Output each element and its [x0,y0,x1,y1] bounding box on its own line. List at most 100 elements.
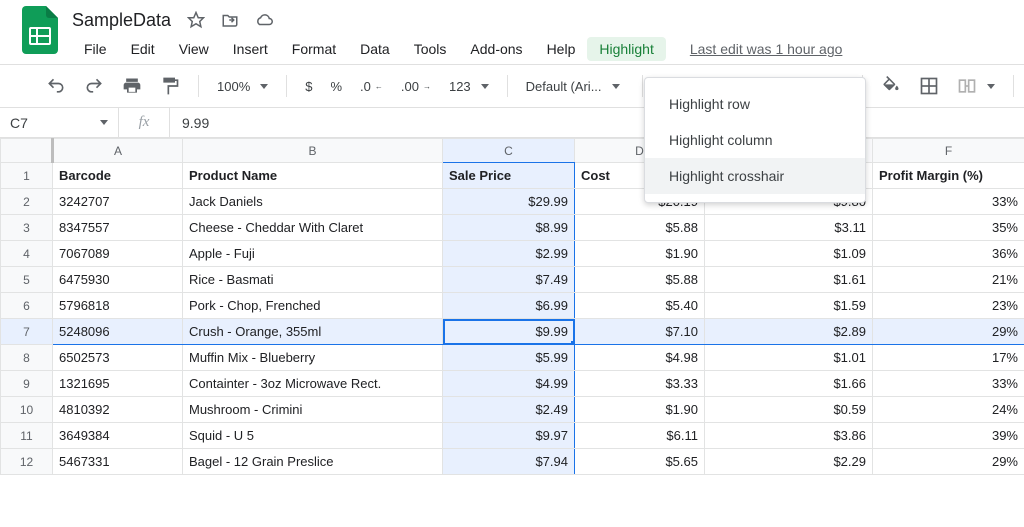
row-header-11[interactable]: 11 [1,423,53,449]
col-header-B[interactable]: B [183,139,443,163]
cell[interactable]: $29.99 [443,189,575,215]
cell[interactable]: 33% [873,371,1024,397]
cell[interactable]: $1.66 [705,371,873,397]
cell[interactable]: 5467331 [53,449,183,475]
menu-tools[interactable]: Tools [402,37,459,61]
name-box[interactable]: C7 [0,115,118,131]
font-select[interactable]: Default (Ari... [520,75,630,98]
dropdown-item-highlight-row[interactable]: Highlight row [645,86,865,122]
cell[interactable]: $4.98 [575,345,705,371]
cell[interactable]: $1.90 [575,241,705,267]
decrease-decimal-button[interactable]: .0← [354,75,389,98]
row-header-10[interactable]: 10 [1,397,53,423]
menu-view[interactable]: View [167,37,221,61]
merge-cells-button[interactable] [951,72,1001,100]
cell[interactable]: Cheese - Cheddar With Claret [183,215,443,241]
more-formats-button[interactable]: 123 [443,75,495,98]
active-cell[interactable]: $9.99 [443,319,575,345]
borders-button[interactable] [913,72,945,100]
menu-file[interactable]: File [72,37,119,61]
menu-highlight[interactable]: Highlight [587,37,665,61]
row-header-7[interactable]: 7 [1,319,53,345]
cell[interactable]: $0.59 [705,397,873,423]
cell[interactable]: Sale Price [443,163,575,189]
cell[interactable]: $1.90 [575,397,705,423]
cell[interactable]: 29% [873,449,1024,475]
menu-edit[interactable]: Edit [119,37,167,61]
cell[interactable]: Containter - 3oz Microwave Rect. [183,371,443,397]
col-header-A[interactable]: A [53,139,183,163]
cell[interactable]: $5.88 [575,215,705,241]
cell[interactable]: $6.99 [443,293,575,319]
format-percent-button[interactable]: % [324,75,348,98]
cell[interactable]: 29% [873,319,1024,345]
cell[interactable]: $2.29 [705,449,873,475]
row-header-12[interactable]: 12 [1,449,53,475]
cell[interactable]: $1.59 [705,293,873,319]
cell[interactable]: 24% [873,397,1024,423]
menu-insert[interactable]: Insert [221,37,280,61]
dropdown-item-highlight-column[interactable]: Highlight column [645,122,865,158]
cell[interactable]: $2.49 [443,397,575,423]
cell[interactable]: Squid - U 5 [183,423,443,449]
cell[interactable]: $8.99 [443,215,575,241]
cell[interactable]: Apple - Fuji [183,241,443,267]
cell[interactable]: $9.97 [443,423,575,449]
row-header-5[interactable]: 5 [1,267,53,293]
cell[interactable]: 1321695 [53,371,183,397]
cloud-status-icon[interactable] [255,11,273,29]
cell[interactable]: $7.49 [443,267,575,293]
cell[interactable]: 5248096 [53,319,183,345]
cell[interactable]: $3.11 [705,215,873,241]
menu-help[interactable]: Help [535,37,588,61]
increase-decimal-button[interactable]: .00→ [395,75,437,98]
cell[interactable]: $7.10 [575,319,705,345]
cell[interactable]: $1.01 [705,345,873,371]
cell[interactable]: 3649384 [53,423,183,449]
cell[interactable]: $5.88 [575,267,705,293]
fill-color-button[interactable] [875,72,907,100]
cell[interactable]: Profit Margin (%) [873,163,1024,189]
col-header-F[interactable]: F [873,139,1024,163]
cell[interactable]: 33% [873,189,1024,215]
cell[interactable]: 7067089 [53,241,183,267]
cell[interactable]: 35% [873,215,1024,241]
zoom-select[interactable]: 100% [211,75,274,98]
cell[interactable]: 8347557 [53,215,183,241]
menu-data[interactable]: Data [348,37,402,61]
format-currency-button[interactable]: $ [299,75,318,98]
paint-format-button[interactable] [154,72,186,100]
cell[interactable]: $5.40 [575,293,705,319]
dropdown-item-highlight-crosshair[interactable]: Highlight crosshair [645,158,865,194]
row-header-2[interactable]: 2 [1,189,53,215]
cell[interactable]: Bagel - 12 Grain Preslice [183,449,443,475]
menu-format[interactable]: Format [280,37,348,61]
document-title[interactable]: SampleData [72,10,171,31]
cell[interactable]: 3242707 [53,189,183,215]
sheets-logo[interactable] [22,6,58,54]
last-edit-link[interactable]: Last edit was 1 hour ago [690,41,843,57]
row-header-3[interactable]: 3 [1,215,53,241]
cell[interactable]: 5796818 [53,293,183,319]
cell[interactable]: Muffin Mix - Blueberry [183,345,443,371]
row-header-6[interactable]: 6 [1,293,53,319]
cell[interactable]: 4810392 [53,397,183,423]
row-header-4[interactable]: 4 [1,241,53,267]
col-header-C[interactable]: C [443,139,575,163]
cell[interactable]: 6502573 [53,345,183,371]
cell[interactable]: $7.94 [443,449,575,475]
cell[interactable]: $1.61 [705,267,873,293]
cell[interactable]: Jack Daniels [183,189,443,215]
row-header-1[interactable]: 1 [1,163,53,189]
redo-button[interactable] [78,72,110,100]
cell[interactable]: 39% [873,423,1024,449]
cell[interactable]: $5.99 [443,345,575,371]
cell[interactable]: $4.99 [443,371,575,397]
cell[interactable]: Mushroom - Crimini [183,397,443,423]
cell[interactable]: Rice - Basmati [183,267,443,293]
cell[interactable]: $6.11 [575,423,705,449]
cell[interactable]: $3.86 [705,423,873,449]
cell[interactable]: 17% [873,345,1024,371]
select-all-corner[interactable] [1,139,53,163]
cell[interactable]: Crush - Orange, 355ml [183,319,443,345]
